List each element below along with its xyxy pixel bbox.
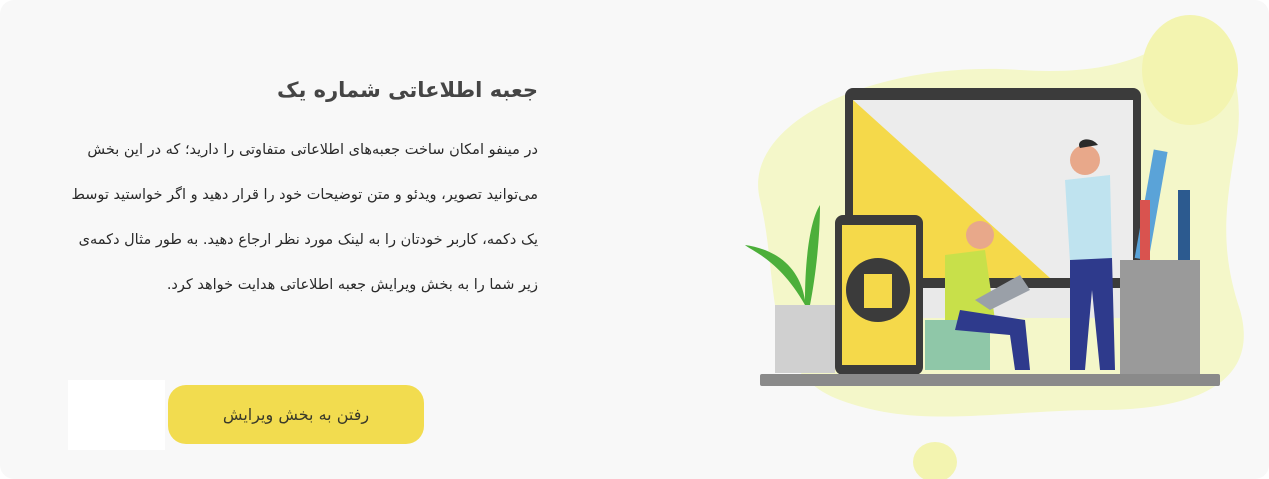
info-box-card: جعبه اطلاعاتی شماره یک در مینفو امکان سا… [0, 0, 1269, 479]
desk [760, 374, 1220, 386]
people-with-devices-illustration [745, 15, 1244, 479]
info-box-description: در مینفو امکان ساخت جعبه‌های اطلاعاتی مت… [71, 142, 538, 293]
info-box-content: جعبه اطلاعاتی شماره یک در مینفو امکان سا… [60, 70, 538, 308]
go-to-edit-button[interactable]: رفتن به بخش ویرایش [168, 385, 424, 444]
info-box-title: جعبه اطلاعاتی شماره یک [276, 78, 538, 102]
blank-area [68, 380, 165, 450]
